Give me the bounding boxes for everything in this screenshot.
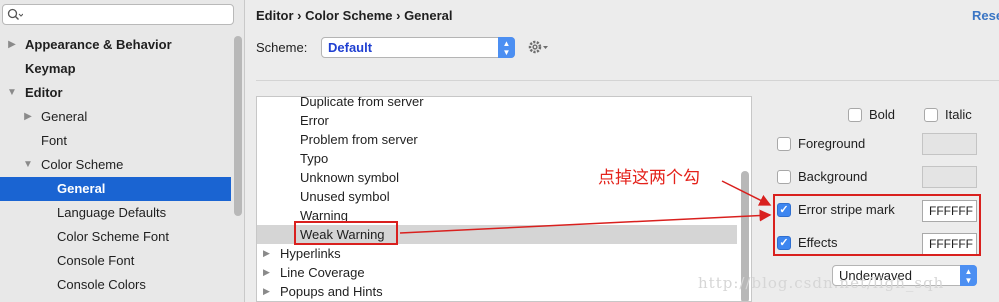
chevron-down-icon[interactable]: ▼ (22, 153, 34, 177)
settings-search-input[interactable] (27, 6, 227, 23)
sidebar-item-label: Language Defaults (57, 205, 167, 220)
list-item[interactable]: Unused symbol (257, 187, 737, 206)
sidebar-item-label: General (57, 181, 106, 196)
list-item-label: Typo (300, 151, 329, 166)
foreground-checkbox[interactable] (777, 137, 791, 151)
list-item-line-coverage[interactable]: ▶ Line Coverage (257, 263, 737, 282)
list-item-popups-hints[interactable]: ▶ Popups and Hints (257, 282, 737, 301)
sidebar-item-label: Color Scheme Font (57, 229, 169, 244)
sidebar-scrollbar[interactable] (234, 36, 242, 216)
watermark: http://blog.csdn.net/ligh_sqh (698, 274, 945, 292)
chevron-right-icon[interactable]: ▶ (22, 105, 34, 129)
background-color-swatch[interactable] (922, 166, 977, 188)
bold-checkbox[interactable] (848, 108, 862, 122)
background-checkbox[interactable] (777, 170, 791, 184)
list-item[interactable]: Error (257, 111, 737, 130)
sidebar-item-label: General (41, 109, 88, 124)
chevron-right-icon[interactable]: ▶ (263, 244, 270, 263)
chevron-right-icon[interactable]: ▶ (263, 263, 270, 282)
attribute-list[interactable]: Duplicate from server Error Problem from… (256, 96, 752, 302)
list-item-label: Duplicate from server (300, 96, 424, 109)
list-item-label: Error (300, 113, 329, 128)
sidebar-item-color-scheme-font[interactable]: Color Scheme Font (0, 225, 231, 249)
breadcrumb: Editor › Color Scheme › General (256, 8, 453, 23)
chevron-updown-icon[interactable]: ▲ ▼ (498, 37, 515, 58)
settings-sidebar: ▶ Appearance & Behavior Keymap ▼ Editor … (0, 0, 245, 302)
scheme-dropdown[interactable]: Default ▲ ▼ (321, 37, 515, 58)
list-item[interactable]: Problem from server (257, 130, 737, 149)
annotation-box-weak-warning (294, 221, 398, 245)
list-item-label: Unknown symbol (300, 170, 399, 185)
sidebar-item-label: Color Scheme (41, 157, 124, 172)
sidebar-item-console-colors[interactable]: Console Colors (0, 273, 231, 297)
sidebar-item-editor-general[interactable]: ▶ General (0, 105, 231, 129)
annotation-note: 点掉这两个勾 (598, 168, 700, 188)
sidebar-item-label: Appearance & Behavior (25, 37, 172, 52)
divider (256, 80, 999, 81)
list-item-hyperlinks[interactable]: ▶ Hyperlinks (257, 244, 737, 263)
sidebar-item-color-scheme-general[interactable]: General (0, 177, 231, 201)
sidebar-item-label: Console Font (57, 253, 135, 268)
chevron-updown-icon[interactable]: ▲ ▼ (960, 265, 977, 286)
sidebar-item-color-scheme[interactable]: ▼ Color Scheme (0, 153, 231, 177)
sidebar-item-label: Keymap (25, 61, 76, 76)
italic-checkbox[interactable] (924, 108, 938, 122)
bold-label: Bold (869, 107, 896, 122)
sidebar-item-language-defaults[interactable]: Language Defaults (0, 201, 231, 225)
sidebar-item-font[interactable]: Font (0, 129, 231, 153)
list-item-label: Hyperlinks (280, 246, 341, 261)
sidebar-item-label: Editor (25, 85, 63, 100)
sidebar-item-console-font[interactable]: Console Font (0, 249, 231, 273)
scheme-value: Default (328, 40, 373, 55)
sidebar-item-appearance-behavior[interactable]: ▶ Appearance & Behavior (0, 33, 231, 57)
search-icon (7, 8, 23, 20)
chevron-right-icon[interactable]: ▶ (6, 33, 18, 57)
gear-icon[interactable] (527, 38, 549, 56)
foreground-color-swatch[interactable] (922, 133, 977, 155)
list-item-label: Line Coverage (280, 265, 365, 280)
italic-label: Italic (945, 107, 972, 122)
list-item-label: Problem from server (300, 132, 418, 147)
sidebar-item-label: Font (41, 133, 68, 148)
settings-tree: ▶ Appearance & Behavior Keymap ▼ Editor … (0, 33, 231, 297)
sidebar-item-label: Console Colors (57, 277, 146, 292)
sidebar-item-editor[interactable]: ▼ Editor (0, 81, 231, 105)
scheme-label: Scheme: (256, 40, 308, 55)
reset-link[interactable]: Rese (972, 8, 999, 23)
settings-search-field[interactable] (2, 4, 234, 25)
foreground-label: Foreground (798, 136, 866, 151)
background-label: Background (798, 169, 868, 184)
annotation-box-checkboxes (773, 194, 981, 256)
list-item-label: Popups and Hints (280, 284, 383, 299)
list-item[interactable]: Duplicate from server (257, 96, 737, 111)
settings-main-panel: Editor › Color Scheme › General Rese Sch… (246, 0, 999, 302)
sidebar-item-keymap[interactable]: Keymap (0, 57, 231, 81)
chevron-right-icon[interactable]: ▶ (263, 282, 270, 301)
list-item-label: Unused symbol (300, 189, 390, 204)
chevron-down-icon[interactable]: ▼ (6, 81, 18, 105)
